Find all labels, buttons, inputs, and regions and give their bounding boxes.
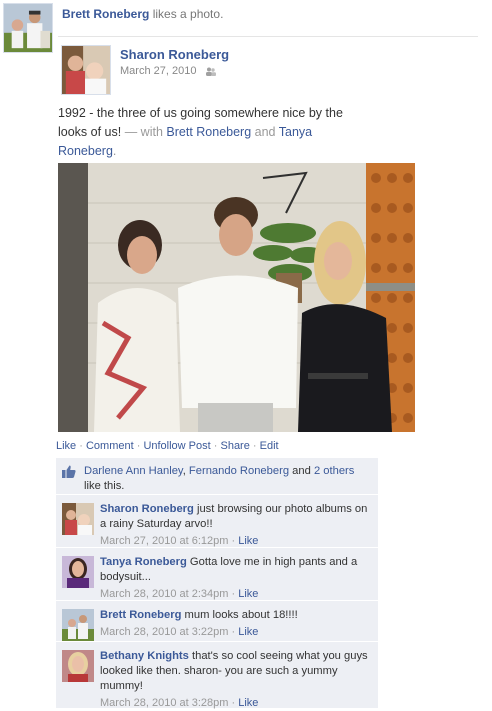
- unfollow-post-link[interactable]: Unfollow Post: [143, 440, 210, 452]
- tagged-user-link[interactable]: Brett Roneberg: [166, 125, 251, 139]
- comment-timestamp[interactable]: March 28, 2010 at 3:28pm: [100, 697, 228, 709]
- activity-verb: likes a photo.: [152, 7, 224, 21]
- thumbs-up-icon: [62, 465, 76, 478]
- comment-meta: March 28, 2010 at 3:22pm · Like: [100, 625, 370, 640]
- comment-text: Bethany Knights that's so cool seeing wh…: [100, 649, 370, 694]
- liker-link[interactable]: Darlene Ann Hanley: [84, 465, 183, 477]
- comment-like-link[interactable]: Like: [238, 697, 258, 709]
- commenter-avatar[interactable]: [62, 650, 94, 682]
- comment-author-link[interactable]: Tanya Roneberg: [100, 556, 187, 568]
- author-avatar[interactable]: [61, 45, 111, 95]
- edit-link[interactable]: Edit: [260, 440, 279, 452]
- comment-author-link[interactable]: Sharon Roneberg: [100, 503, 194, 515]
- post-photo[interactable]: [58, 163, 415, 432]
- comment-item: Brett Roneberg mum looks about 18!!!! Ma…: [56, 601, 378, 641]
- share-link[interactable]: Share: [220, 440, 249, 452]
- comment-text: Tanya Roneberg Gotta love me in high pan…: [100, 555, 370, 585]
- likes-suffix: like this.: [84, 480, 125, 492]
- comment-text: Sharon Roneberg just browsing our photo …: [100, 502, 370, 532]
- comment-link[interactable]: Comment: [86, 440, 134, 452]
- separator-dot: ·: [133, 440, 144, 452]
- post-author-link[interactable]: Sharon Roneberg: [120, 47, 229, 62]
- likes-and: and: [289, 465, 314, 477]
- comment-like-link[interactable]: Like: [238, 588, 258, 600]
- other-likers-link[interactable]: 2 others: [314, 465, 354, 477]
- post-action-bar: Like · Comment · Unfollow Post · Share ·…: [56, 440, 279, 452]
- like-link[interactable]: Like: [56, 440, 76, 452]
- liker-link[interactable]: Fernando Roneberg: [189, 465, 289, 477]
- separator-dot: ·: [249, 440, 260, 452]
- actor-avatar[interactable]: [3, 3, 53, 53]
- separator-dot: ·: [228, 626, 239, 638]
- separator-dot: ·: [228, 588, 239, 600]
- comment-like-link[interactable]: Like: [238, 535, 258, 547]
- comment-author-link[interactable]: Bethany Knights: [100, 650, 189, 662]
- comment-item: Bethany Knights that's so cool seeing wh…: [56, 642, 378, 711]
- divider: [58, 36, 478, 37]
- post-meta: March 27, 2010: [120, 65, 217, 77]
- comment-text: Brett Roneberg mum looks about 18!!!!: [100, 608, 370, 623]
- comment-timestamp[interactable]: March 28, 2010 at 2:34pm: [100, 588, 228, 600]
- friends-icon[interactable]: [205, 67, 217, 76]
- separator-dot: ·: [76, 440, 86, 452]
- likes-summary: Darlene Ann Hanley, Fernando Roneberg an…: [56, 458, 378, 494]
- commenter-avatar[interactable]: [62, 556, 94, 588]
- activity-story: Brett Roneberg likes a photo.: [62, 7, 223, 21]
- comment-meta: March 28, 2010 at 3:28pm · Like: [100, 696, 370, 711]
- post-date-link[interactable]: March 27, 2010: [120, 65, 196, 77]
- comment-timestamp[interactable]: March 28, 2010 at 3:22pm: [100, 626, 228, 638]
- post-with-text: — with: [121, 125, 167, 139]
- likes-text: Darlene Ann Hanley, Fernando Roneberg an…: [84, 464, 374, 494]
- comment-like-link[interactable]: Like: [238, 626, 258, 638]
- post-end-text: .: [112, 144, 117, 158]
- commenter-avatar[interactable]: [62, 503, 94, 535]
- comment-item: Sharon Roneberg just browsing our photo …: [56, 495, 378, 547]
- comment-body: mum looks about 18!!!!: [181, 609, 298, 621]
- comment-timestamp[interactable]: March 27, 2010 at 6:12pm: [100, 535, 228, 547]
- post-message: 1992 - the three of us going somewhere n…: [58, 104, 368, 161]
- post-and-text: and: [251, 125, 279, 139]
- comment-item: Tanya Roneberg Gotta love me in high pan…: [56, 548, 378, 600]
- actor-name-link[interactable]: Brett Roneberg: [62, 7, 149, 21]
- commenter-avatar[interactable]: [62, 609, 94, 641]
- separator-dot: ·: [228, 697, 239, 709]
- separator-dot: ·: [228, 535, 239, 547]
- comment-author-link[interactable]: Brett Roneberg: [100, 609, 181, 621]
